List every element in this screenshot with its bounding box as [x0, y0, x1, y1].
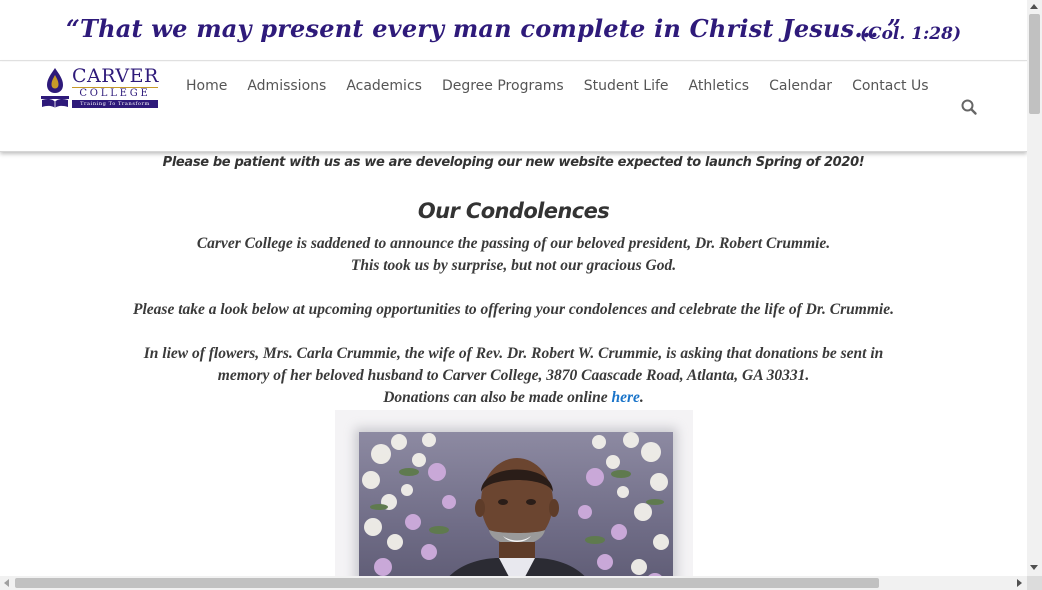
launch-notice: Please be patient with us as we are deve… [162, 155, 865, 170]
horizontal-scrollbar[interactable] [0, 576, 1027, 590]
scroll-left-arrow-icon[interactable] [4, 579, 9, 587]
portrait-image [359, 432, 673, 576]
nav-item-athletics[interactable]: Athletics [679, 75, 760, 97]
portrait-illustration [362, 432, 669, 576]
nav-item-student-life[interactable]: Student Life [574, 75, 679, 97]
nav-item-calendar[interactable]: Calendar [759, 75, 842, 97]
scripture-banner: “That we may present every man complete … [0, 0, 1027, 61]
memorial-photo [335, 410, 693, 576]
vertical-scrollbar[interactable] [1027, 0, 1042, 576]
nav-menu: Home Admissions Academics Degree Program… [176, 75, 939, 97]
nav-item-admissions[interactable]: Admissions [237, 75, 336, 97]
scroll-down-arrow-icon[interactable] [1030, 565, 1038, 570]
nav-item-home[interactable]: Home [176, 75, 237, 97]
logo-tagline: Training To Transform [72, 100, 158, 108]
page-heading: Our Condolences [417, 199, 610, 223]
opportunities-paragraph: Please take a look below at upcoming opp… [133, 301, 894, 318]
announcement-paragraph: Carver College is saddened to announce t… [0, 233, 1027, 277]
banner-reference: (Col. 1:28) [860, 24, 962, 44]
donations-end: . [639, 389, 644, 406]
announcement-line-1: Carver College is saddened to announce t… [196, 235, 831, 252]
college-logo[interactable]: CARVER COLLEGE Training To Transform [40, 64, 162, 110]
announcement-line-2: This took us by surprise, but not our gr… [350, 257, 677, 274]
donations-line-2: memory of her beloved husband to Carver … [217, 367, 810, 384]
scroll-right-arrow-icon[interactable] [1017, 579, 1022, 587]
horizontal-scroll-thumb[interactable] [15, 578, 879, 588]
lamp-logo-icon [41, 68, 69, 108]
webpage: “That we may present every man complete … [0, 0, 1027, 576]
nav-item-degree-programs[interactable]: Degree Programs [432, 75, 574, 97]
vertical-scroll-thumb[interactable] [1029, 14, 1040, 114]
donations-line-3: Donations can also be made online here. [0, 387, 1027, 409]
logo-subtitle: COLLEGE [72, 87, 158, 99]
scroll-up-arrow-icon[interactable] [1030, 4, 1038, 9]
search-icon[interactable] [960, 98, 978, 116]
main-navbar: CARVER COLLEGE Training To Transform Hom… [0, 62, 1027, 152]
donations-paragraph: In liew of flowers, Mrs. Carla Crummie, … [0, 343, 1027, 409]
logo-name: CARVER [72, 65, 159, 87]
donations-line-1: In liew of flowers, Mrs. Carla Crummie, … [143, 345, 884, 362]
scrollbar-corner [1027, 576, 1042, 590]
nav-item-contact-us[interactable]: Contact Us [842, 75, 938, 97]
banner-quote: “That we may present every man complete … [66, 14, 902, 43]
donation-here-link[interactable]: here [611, 389, 639, 406]
nav-item-academics[interactable]: Academics [336, 75, 432, 97]
donations-text: Donations can also be made online [383, 389, 612, 406]
